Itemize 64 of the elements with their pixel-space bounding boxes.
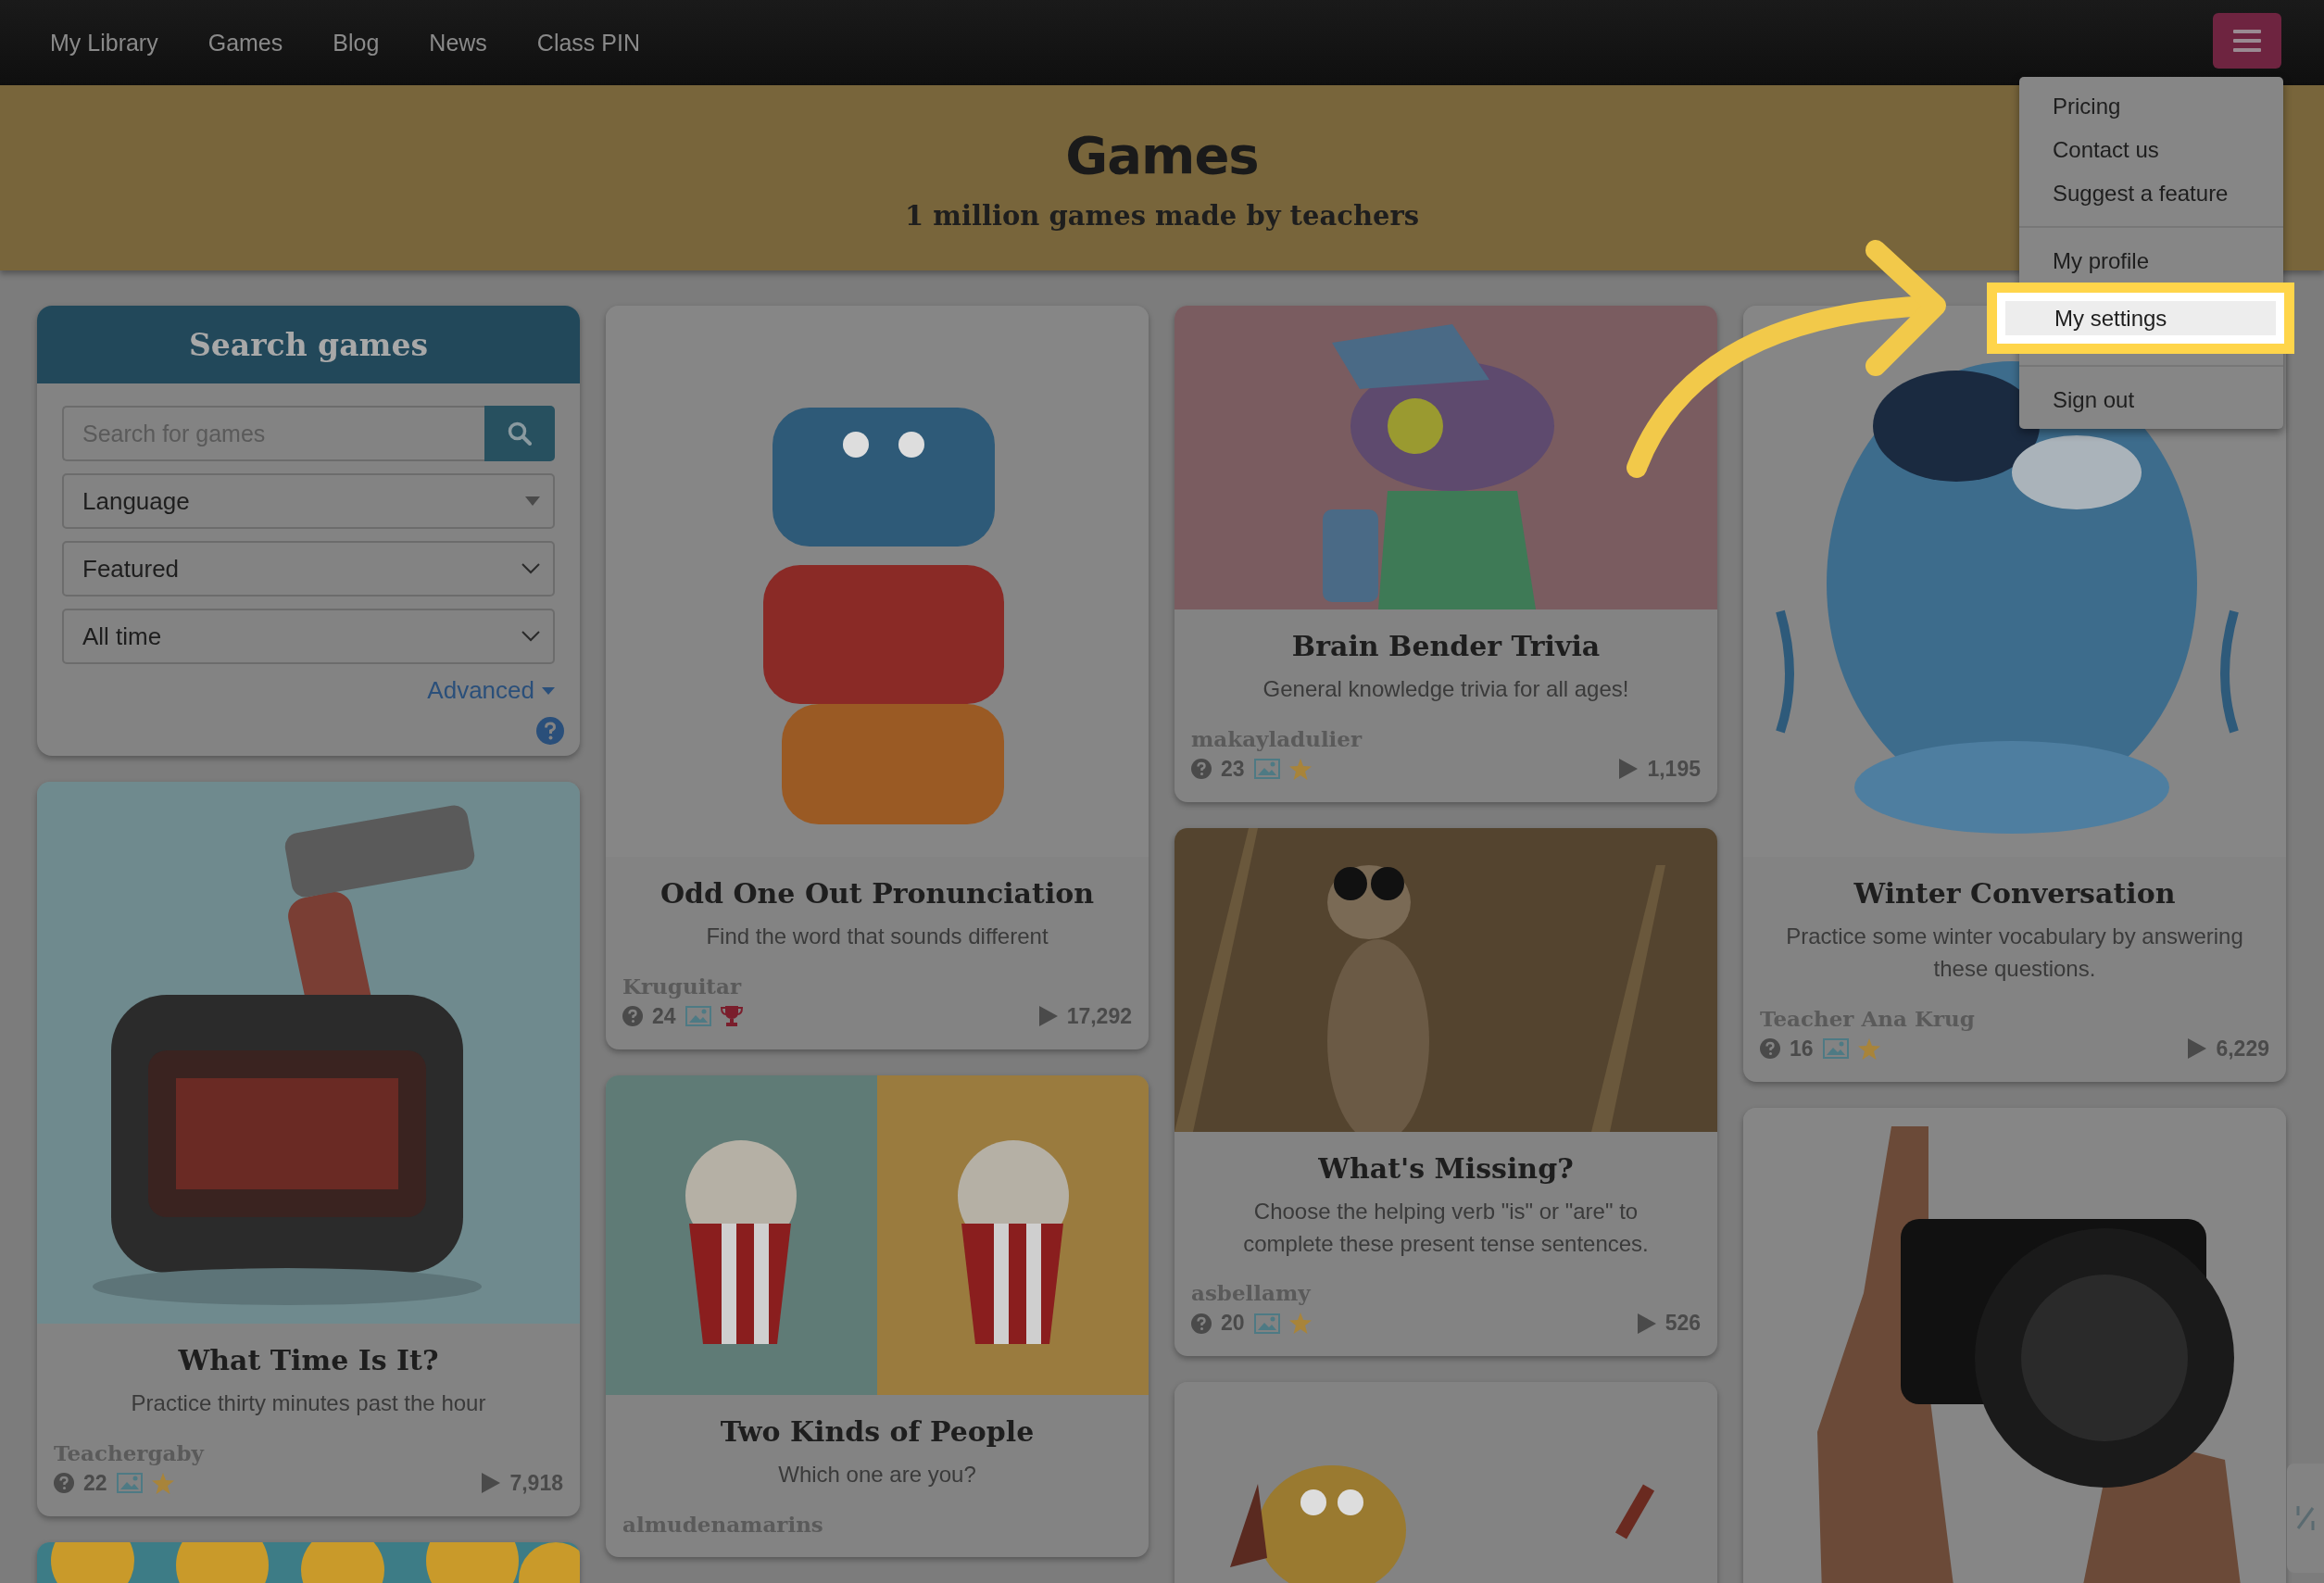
question-icon: [54, 1473, 74, 1494]
menu-item[interactable]: Sign out: [2019, 378, 2283, 421]
page-subtitle: 1 million games made by teachers: [904, 199, 1420, 232]
game-title: Two Kinds of People: [719, 1414, 1036, 1448]
menu-item[interactable]: My profile: [2019, 239, 2283, 283]
question-count: 16: [1790, 1036, 1814, 1062]
question-icon: [1191, 759, 1212, 780]
game-title: Winter Conversation: [1853, 877, 2177, 910]
game-description: Find the word that sounds different: [705, 923, 1049, 950]
question-icon: [1191, 1313, 1212, 1334]
play-icon: [2188, 1038, 2207, 1060]
dropdown[interactable]: Language: [62, 473, 555, 529]
menu-item[interactable]: Suggest a feature: [2019, 171, 2283, 215]
image-icon: [116, 1473, 143, 1494]
play-icon: [1637, 1313, 1656, 1334]
play-icon: [482, 1473, 501, 1494]
game-description: Choose the helping verb "is" or "are" to complete these present tense sentences.: [1242, 1197, 1650, 1258]
play-count: 7,918: [509, 1470, 563, 1496]
game-title: Odd One Out Pronunciation: [659, 877, 1096, 910]
question-count: 24: [652, 1003, 676, 1029]
caret-icon: [525, 496, 540, 506]
image-icon: [1253, 759, 1280, 780]
dropdown[interactable]: All time: [62, 609, 555, 664]
image-icon: [685, 1006, 711, 1027]
game-title: Brain Bender Trivia: [1290, 630, 1602, 662]
question-icon: [622, 1006, 643, 1027]
nav-link[interactable]: Games: [191, 29, 300, 57]
image-icon: [1822, 1038, 1849, 1060]
help-icon[interactable]: [536, 717, 564, 745]
panel-title: Search games: [37, 306, 580, 383]
game-description: General knowledge trivia for all ages!: [1262, 675, 1630, 703]
play-count: 17,292: [1066, 1003, 1132, 1029]
play-count: 526: [1664, 1311, 1701, 1337]
play-icon: [1038, 1006, 1058, 1027]
menu-icon: [2233, 30, 2261, 52]
menu-item[interactable]: Pricing: [2019, 84, 2283, 128]
game-description: Practice thirty minutes past the hour: [130, 1389, 487, 1417]
menu-button[interactable]: [2213, 13, 2281, 69]
search-icon: [508, 421, 532, 446]
play-icon: [1619, 759, 1639, 780]
chevron-icon: [521, 563, 540, 574]
menu-item[interactable]: Contact us: [2019, 128, 2283, 171]
question-count: 23: [1221, 756, 1245, 782]
game-title: What's Missing?: [1317, 1151, 1575, 1185]
caret-icon: [542, 686, 555, 695]
nav-link[interactable]: News: [412, 29, 504, 57]
play-count: 6,229: [2216, 1036, 2269, 1062]
nav-link[interactable]: Blog: [316, 29, 396, 57]
nav-link[interactable]: My Library: [33, 29, 175, 57]
menu-item[interactable]: My settings: [1987, 283, 2294, 354]
dropdown[interactable]: Featured: [62, 541, 555, 597]
game-title: What Time Is It?: [177, 1344, 440, 1376]
game-description: Which one are you?: [777, 1460, 977, 1489]
game-description: Practice some winter vocabulary by answering these questions.: [1785, 923, 2244, 983]
play-count: 1,195: [1647, 756, 1701, 782]
question-count: 22: [83, 1470, 107, 1496]
nav-link[interactable]: Class PIN: [520, 29, 657, 57]
collapse-icon: [2295, 1504, 2316, 1532]
question-count: 20: [1221, 1311, 1245, 1337]
search-button[interactable]: [484, 406, 555, 461]
question-icon: [1760, 1038, 1780, 1060]
chevron-icon: [521, 631, 540, 642]
image-icon: [1253, 1313, 1280, 1334]
page-title: Games: [1065, 124, 1259, 185]
